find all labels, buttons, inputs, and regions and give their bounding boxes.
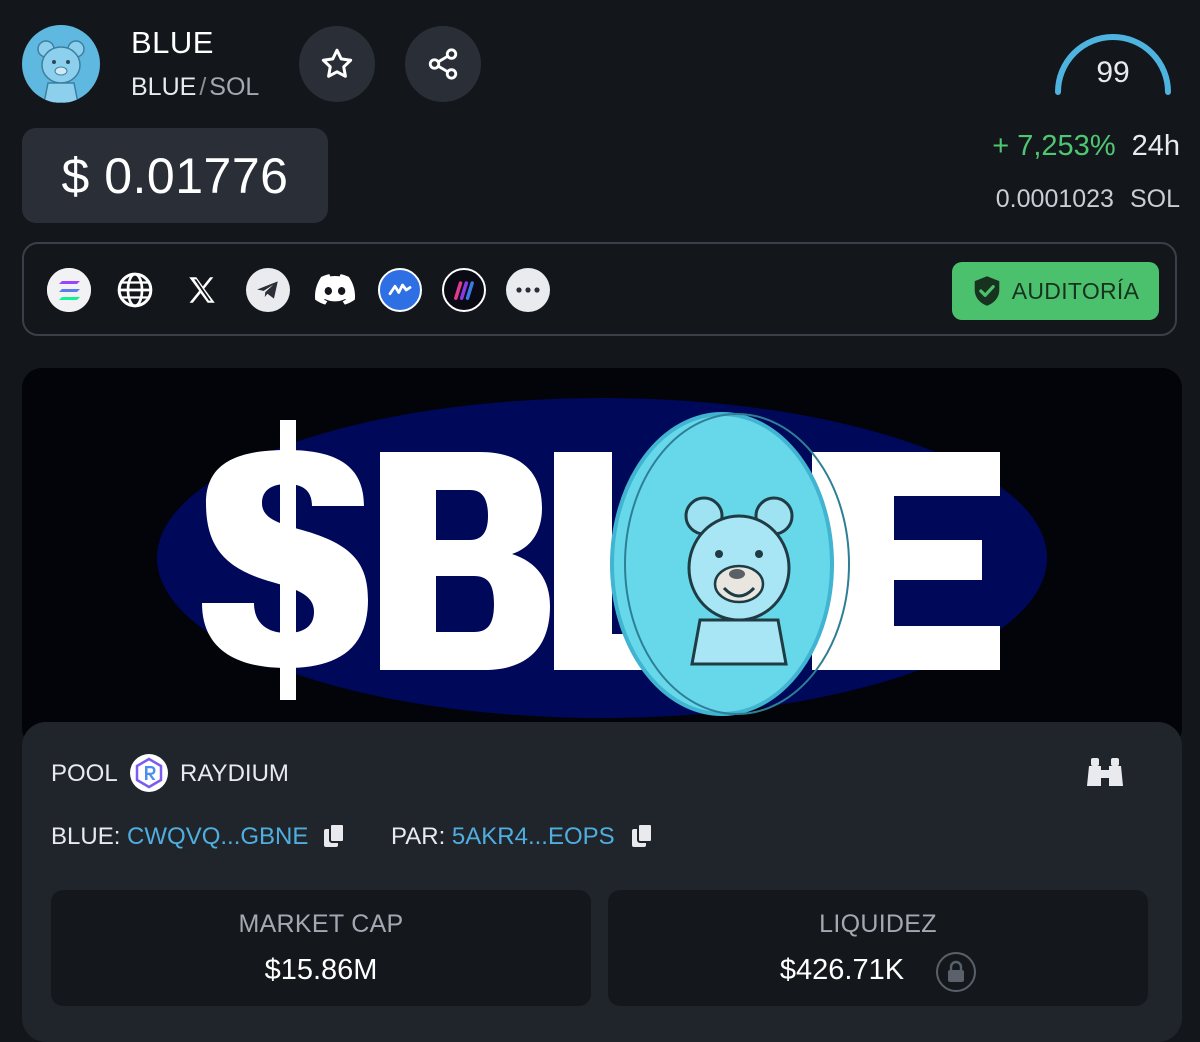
market-cap-label: MARKET CAP [238,910,404,938]
token-avatar [22,25,100,103]
price-sol-unit: SOL [1129,185,1180,213]
pair-address-link[interactable]: 5AKR4...EOPS [452,823,615,850]
share-button[interactable] [405,26,481,102]
lock-icon[interactable] [936,952,976,992]
share-icon [428,48,458,80]
pair-address-label: PAR: [391,823,446,850]
favorite-button[interactable] [299,26,375,102]
coinmarketcap-icon[interactable] [378,268,422,312]
pool-label: POOL [51,760,118,787]
star-icon [321,48,353,78]
discord-icon[interactable] [313,268,357,312]
price-usd: $ 0.01776 [22,128,328,223]
market-cap-value: $15.86M [264,954,378,986]
copy-pair-address-icon[interactable] [630,822,656,855]
globe-icon[interactable] [113,268,157,312]
raydium-icon [130,754,168,792]
solana-icon[interactable] [47,268,91,312]
pool-card: POOL RAYDIUM BLUE: CWQVQ...GBNE PAR: 5AK… [22,722,1182,1042]
pool-dex-name: RAYDIUM [180,760,289,787]
pair-base: BLUE [131,73,197,101]
token-name: BLUE [131,25,214,60]
token-address-link[interactable]: CWQVQ...GBNE [127,823,308,850]
liquidity-value: $426.71K [779,954,905,986]
pair-quote: SOL [209,73,260,101]
trading-pair: BLUE / SOL [131,73,259,102]
token-banner [22,368,1182,748]
market-cap-box: MARKET CAP $15.86M [51,890,591,1006]
pair-separator: / [199,73,207,101]
change-period: 24h [1131,130,1180,162]
audit-label: AUDITORÍA [1011,277,1140,304]
change-percent: + 7,253% [992,130,1116,162]
score-value: 99 [1096,56,1130,89]
price-change: + 7,253% 24h [992,130,1180,163]
moontok-icon[interactable] [442,268,486,312]
liquidity-box: LIQUIDEZ $426.71K [608,890,1148,1006]
telegram-icon[interactable] [246,268,290,312]
price-sol: 0.0001023 SOL [996,185,1180,214]
more-icon[interactable] [506,268,550,312]
pair-address-row: PAR: 5AKR4...EOPS [391,823,615,851]
binoculars-icon[interactable] [1086,754,1124,795]
token-address-label: BLUE: [51,823,121,850]
x-icon[interactable] [180,268,224,312]
links-bar: AUDITORÍA [22,242,1177,336]
audit-button[interactable]: AUDITORÍA [952,262,1159,320]
copy-token-address-icon[interactable] [322,822,348,855]
shield-check-icon [974,276,1000,306]
token-address-row: BLUE: CWQVQ...GBNE [51,823,308,851]
liquidity-label: LIQUIDEZ [819,910,937,938]
price-sol-value: 0.0001023 [995,185,1114,213]
